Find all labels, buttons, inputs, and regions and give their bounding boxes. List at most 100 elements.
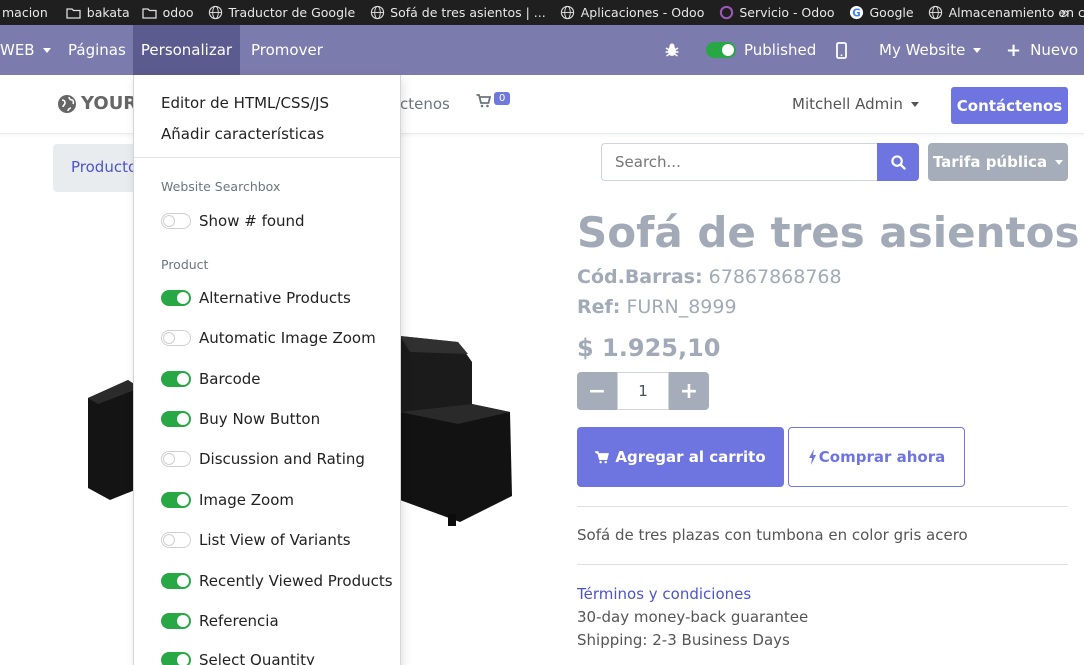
buy-now-label: Comprar ahora bbox=[818, 448, 946, 466]
option-show-found[interactable]: Show # found bbox=[161, 211, 305, 231]
folder-icon bbox=[142, 5, 158, 21]
option-buy-now-button[interactable]: Buy Now Button bbox=[161, 409, 320, 429]
section-header-searchbox: Website Searchbox bbox=[161, 179, 281, 194]
section-header-product: Product bbox=[161, 257, 209, 272]
published-toggle[interactable]: Published bbox=[706, 25, 816, 75]
nav-pages[interactable]: Páginas bbox=[68, 25, 126, 75]
nav-customize[interactable]: Personalizar bbox=[133, 25, 240, 75]
bookmark-label: macion bbox=[2, 5, 48, 20]
bookmark-folder-bakata[interactable]: bakata bbox=[54, 0, 136, 25]
add-features-item[interactable]: Añadir características bbox=[161, 125, 324, 143]
published-label: Published bbox=[744, 41, 817, 59]
option-automatic-image-zoom[interactable]: Automatic Image Zoom bbox=[161, 328, 376, 348]
option-label: Alternative Products bbox=[199, 289, 351, 307]
nav-web-menu[interactable]: WEB bbox=[0, 25, 51, 75]
html-editor-item[interactable]: Editor de HTML/CSS/JS bbox=[161, 94, 329, 112]
bookmark-traductor[interactable]: Traductor de Google bbox=[200, 0, 362, 25]
reference-label: Ref: bbox=[577, 296, 621, 318]
contact-us-button[interactable]: Contáctenos bbox=[951, 87, 1068, 124]
product-reference: Ref: FURN_8999 bbox=[577, 296, 737, 318]
toggle-switch[interactable] bbox=[161, 213, 191, 229]
search-input[interactable] bbox=[601, 143, 878, 181]
toggle-switch[interactable] bbox=[161, 411, 191, 427]
bookmark-servicio[interactable]: Servicio - Odoo bbox=[710, 0, 840, 25]
option-image-zoom[interactable]: Image Zoom bbox=[161, 490, 294, 510]
search-icon bbox=[890, 154, 906, 170]
bug-icon[interactable] bbox=[664, 25, 680, 75]
bookmark-label: Servicio - Odoo bbox=[739, 5, 835, 20]
option-label: Image Zoom bbox=[199, 491, 294, 509]
option-label: Select Quantity bbox=[199, 651, 315, 665]
nav-customize-label: Personalizar bbox=[140, 41, 233, 59]
plus-icon: + bbox=[679, 378, 699, 404]
globe-icon bbox=[560, 5, 576, 21]
new-content-button[interactable]: + Nuevo bbox=[1006, 25, 1078, 75]
option-select-quantity[interactable]: Select Quantity bbox=[161, 650, 315, 665]
chevron-double-right-icon[interactable]: » bbox=[1060, 3, 1070, 22]
divider bbox=[577, 506, 1068, 507]
option-label: Automatic Image Zoom bbox=[199, 329, 376, 347]
website-switcher[interactable]: My Website bbox=[879, 25, 981, 75]
toggle-switch[interactable] bbox=[161, 573, 191, 589]
website-switcher-label: My Website bbox=[879, 41, 966, 59]
toggle-switch[interactable] bbox=[161, 371, 191, 387]
globe-icon bbox=[208, 5, 224, 21]
toggle-switch[interactable] bbox=[161, 532, 191, 548]
dropdown-divider bbox=[134, 157, 400, 158]
bookmark-label: bakata bbox=[86, 5, 130, 20]
barcode-value: 67867868768 bbox=[708, 266, 842, 288]
toggle-switch[interactable] bbox=[161, 652, 191, 665]
toggle-switch[interactable] bbox=[161, 492, 191, 508]
option-barcode[interactable]: Barcode bbox=[161, 369, 261, 389]
toggle-switch[interactable] bbox=[161, 290, 191, 306]
option-label: Show # found bbox=[199, 212, 305, 230]
plus-icon: + bbox=[1006, 39, 1022, 61]
menu-contact-link[interactable]: ctenos bbox=[400, 95, 450, 113]
search-button[interactable] bbox=[877, 143, 919, 181]
toggle-switch[interactable] bbox=[161, 613, 191, 629]
option-label: Barcode bbox=[199, 370, 261, 388]
bookmark-label: Google bbox=[869, 5, 914, 20]
user-menu[interactable]: Mitchell Admin bbox=[792, 95, 919, 113]
option-label: Recently Viewed Products bbox=[199, 572, 393, 590]
bookmark-sofa[interactable]: Sofá de tres asientos | ... bbox=[361, 0, 552, 25]
pricelist-dropdown[interactable]: Tarifa pública bbox=[928, 143, 1068, 181]
option-label: List View of Variants bbox=[199, 531, 351, 549]
barcode-label: Cód.Barras: bbox=[577, 266, 703, 288]
option-referencia[interactable]: Referencia bbox=[161, 611, 279, 631]
cart-icon[interactable] bbox=[476, 93, 492, 112]
shipping-text: Shipping: 2-3 Business Days bbox=[577, 631, 790, 649]
globe-icon bbox=[928, 5, 944, 21]
nav-promote[interactable]: Promover bbox=[251, 25, 323, 75]
bookmark-google[interactable]: G Google bbox=[841, 0, 920, 25]
bolt-icon bbox=[808, 449, 816, 465]
mobile-preview-icon[interactable] bbox=[836, 25, 847, 75]
published-switch[interactable] bbox=[706, 42, 736, 58]
cart-count-badge: 0 bbox=[494, 92, 511, 105]
odoo-navbar: WEB Páginas Personalizar Promover Publis… bbox=[0, 25, 1084, 75]
option-alternative-products[interactable]: Alternative Products bbox=[161, 288, 351, 308]
minus-icon: − bbox=[587, 378, 607, 404]
google-icon: G bbox=[849, 5, 865, 21]
bookmark-folder-odoo[interactable]: odoo bbox=[136, 0, 200, 25]
toggle-switch[interactable] bbox=[161, 330, 191, 346]
globe-icon bbox=[58, 94, 76, 113]
bookmark-item[interactable]: macion bbox=[0, 0, 54, 25]
add-to-cart-button[interactable]: Agregar al carrito bbox=[577, 427, 784, 487]
option-discussion-rating[interactable]: Discussion and Rating bbox=[161, 449, 365, 469]
bookmark-label: Traductor de Google bbox=[228, 5, 356, 20]
bookmark-label: odoo bbox=[162, 5, 194, 20]
buy-now-button[interactable]: Comprar ahora bbox=[788, 427, 965, 487]
terms-link[interactable]: Términos y condiciones bbox=[577, 585, 751, 603]
quantity-input[interactable] bbox=[617, 372, 669, 410]
option-recently-viewed[interactable]: Recently Viewed Products bbox=[161, 571, 393, 591]
add-to-cart-label: Agregar al carrito bbox=[615, 448, 766, 466]
bookmark-aplicaciones[interactable]: Aplicaciones - Odoo bbox=[552, 0, 711, 25]
bookmark-label: Aplicaciones - Odoo bbox=[580, 5, 705, 20]
customize-dropdown-menu: Editor de HTML/CSS/JS Añadir característ… bbox=[133, 75, 401, 665]
quantity-decrease-button[interactable]: − bbox=[577, 372, 617, 410]
option-list-view-variants[interactable]: List View of Variants bbox=[161, 530, 351, 550]
toggle-switch[interactable] bbox=[161, 451, 191, 467]
quantity-increase-button[interactable]: + bbox=[669, 372, 709, 410]
option-label: Referencia bbox=[199, 612, 279, 630]
